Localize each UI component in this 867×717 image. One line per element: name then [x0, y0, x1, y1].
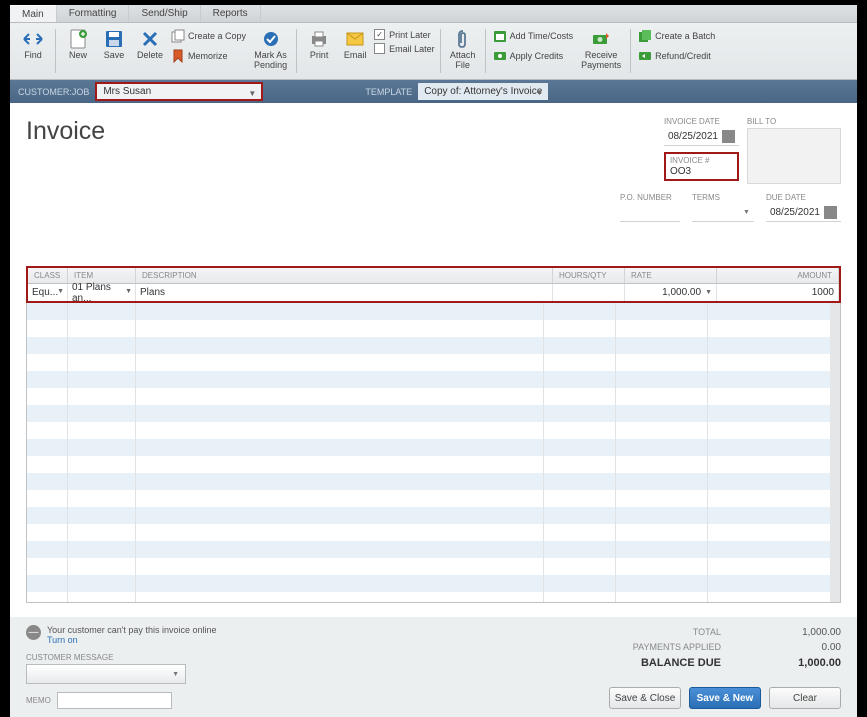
due-date-label: DUE DATE	[766, 193, 841, 202]
col-qty[interactable]: HOURS/QTY	[553, 268, 625, 283]
template-label: TEMPLATE	[365, 87, 412, 97]
delete-icon	[140, 29, 160, 49]
attach-file-button[interactable]: Attach File	[446, 27, 480, 73]
invoice-date-input[interactable]: 08/25/2021	[664, 128, 739, 146]
batch-icon	[638, 29, 652, 43]
refund-icon	[638, 49, 652, 63]
clear-button[interactable]: Clear	[769, 687, 841, 709]
chevron-down-icon: ▼	[172, 671, 179, 678]
table-empty-rows[interactable]	[26, 303, 841, 603]
chevron-down-icon: ▼	[57, 288, 64, 295]
col-class[interactable]: CLASS	[28, 268, 68, 283]
find-icon	[23, 29, 43, 49]
new-icon	[68, 29, 88, 49]
chevron-down-icon: ▼	[743, 209, 750, 216]
save-close-button[interactable]: Save & Close	[609, 687, 681, 709]
cell-rate[interactable]: 1,000.00▼	[625, 284, 717, 301]
line-items-table: CLASS ITEM DESCRIPTION HOURS/QTY RATE AM…	[26, 266, 841, 303]
time-icon	[493, 29, 507, 43]
po-input[interactable]	[620, 204, 680, 222]
footer: — Your customer can't pay this invoice o…	[10, 617, 857, 717]
calendar-icon[interactable]	[722, 130, 735, 143]
due-date-input[interactable]: 08/25/2021	[766, 204, 841, 222]
cell-class[interactable]: Equ...▼	[28, 284, 68, 301]
terms-label: TERMS	[692, 193, 754, 202]
memo-input[interactable]	[57, 692, 172, 709]
find-button[interactable]: Find	[16, 27, 50, 63]
cell-description[interactable]: Plans	[136, 284, 553, 301]
save-button[interactable]: Save	[97, 27, 131, 63]
total-value: 1,000.00	[771, 627, 841, 638]
cell-qty[interactable]	[553, 284, 625, 301]
refund-credit-button[interactable]: Refund/Credit	[636, 47, 717, 65]
delete-button[interactable]: Delete	[133, 27, 167, 63]
balance-value: 1,000.00	[771, 657, 841, 669]
po-label: P.O. NUMBER	[620, 193, 680, 202]
col-amount[interactable]: AMOUNT	[717, 268, 839, 283]
scrollbar[interactable]	[830, 303, 840, 602]
turn-on-link[interactable]: Turn on	[47, 635, 216, 645]
terms-select[interactable]: ▼	[692, 204, 754, 222]
col-description[interactable]: DESCRIPTION	[136, 268, 553, 283]
toolbar: Find New Save Delete Create a Copy Memor…	[10, 23, 857, 80]
template-select[interactable]: Copy of: Attorney's Invoice ▼	[418, 83, 548, 100]
create-batch-button[interactable]: Create a Batch	[636, 27, 717, 45]
chevron-down-icon: ▼	[535, 88, 543, 97]
menu-tabs: Main Formatting Send/Ship Reports	[10, 5, 857, 23]
email-icon	[345, 29, 365, 49]
copy-icon	[171, 29, 185, 43]
memorize-icon	[171, 49, 185, 63]
cust-msg-select[interactable]: ▼	[26, 664, 186, 684]
save-new-button[interactable]: Save & New	[689, 687, 761, 709]
total-label: TOTAL	[693, 627, 721, 638]
bill-to-label: BILL TO	[747, 117, 841, 126]
customer-label: CUSTOMER:JOB	[18, 87, 89, 97]
info-icon: —	[26, 625, 41, 640]
save-icon	[104, 29, 124, 49]
customer-select[interactable]: Mrs Susan ▼	[95, 82, 263, 101]
email-later-checkbox[interactable]: Email Later	[374, 43, 435, 54]
print-later-checkbox[interactable]: ✓Print Later	[374, 29, 435, 40]
tab-sendship[interactable]: Send/Ship	[129, 5, 200, 22]
paperclip-icon	[453, 29, 473, 49]
cell-amount[interactable]: 1000	[717, 284, 839, 301]
invoice-date-label: INVOICE DATE	[664, 117, 739, 126]
cust-msg-label: CUSTOMER MESSAGE	[26, 653, 569, 662]
new-button[interactable]: New	[61, 27, 95, 63]
chevron-down-icon: ▼	[248, 89, 256, 98]
credits-icon	[493, 49, 507, 63]
tab-reports[interactable]: Reports	[201, 5, 261, 22]
add-time-button[interactable]: Add Time/Costs	[491, 27, 576, 45]
chevron-down-icon: ▼	[125, 288, 132, 295]
memo-label: MEMO	[26, 696, 51, 705]
bill-to-input[interactable]	[747, 128, 841, 184]
applied-label: PAYMENTS APPLIED	[633, 642, 721, 653]
tab-formatting[interactable]: Formatting	[57, 5, 130, 22]
cell-item[interactable]: 01 Plans an...▼	[68, 284, 136, 301]
col-rate[interactable]: RATE	[625, 268, 717, 283]
mark-pending-button[interactable]: Mark As Pending	[250, 27, 291, 73]
calendar-icon[interactable]	[824, 206, 837, 219]
create-copy-button[interactable]: Create a Copy	[169, 27, 248, 45]
memorize-button[interactable]: Memorize	[169, 47, 248, 65]
apply-credits-button[interactable]: Apply Credits	[491, 47, 576, 65]
pending-icon	[261, 29, 281, 49]
customer-bar: CUSTOMER:JOB Mrs Susan ▼ TEMPLATE Copy o…	[10, 80, 857, 103]
invoice-body: Invoice INVOICE DATE 08/25/2021 INVOICE …	[10, 103, 857, 617]
applied-value: 0.00	[771, 642, 841, 653]
balance-label: BALANCE DUE	[641, 657, 721, 669]
print-icon	[309, 29, 329, 49]
online-pay-msg: Your customer can't pay this invoice onl…	[47, 625, 216, 635]
invoice-num-input[interactable]: INVOICE # OO3	[664, 152, 739, 181]
tab-main[interactable]: Main	[10, 5, 57, 22]
receive-payments-button[interactable]: Receive Payments	[577, 27, 625, 73]
table-row[interactable]: Equ...▼ 01 Plans an...▼ Plans 1,000.00▼ …	[28, 284, 839, 301]
print-button[interactable]: Print	[302, 27, 336, 63]
email-button[interactable]: Email	[338, 27, 372, 63]
chevron-down-icon: ▼	[705, 289, 712, 296]
payments-icon	[591, 29, 611, 49]
